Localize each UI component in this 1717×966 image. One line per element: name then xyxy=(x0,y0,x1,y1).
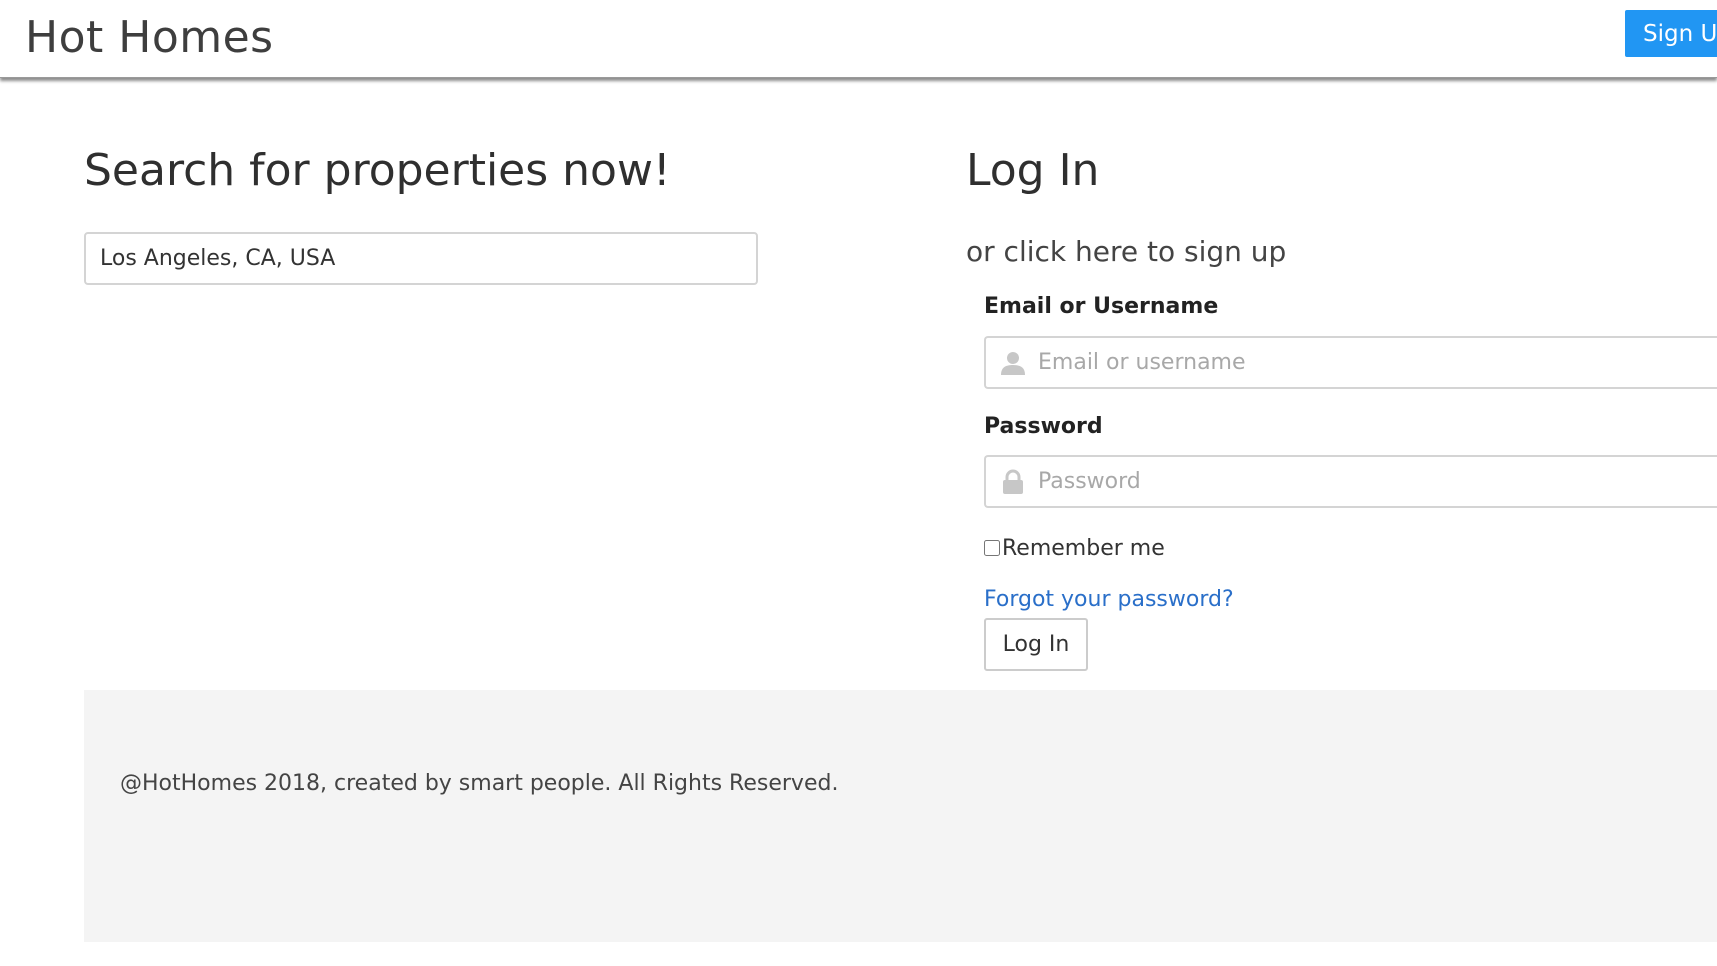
email-input[interactable] xyxy=(1038,338,1638,387)
sign-up-button[interactable]: Sign Up xyxy=(1625,10,1717,57)
forgot-password-link[interactable]: Forgot your password? xyxy=(984,584,1234,616)
password-input[interactable] xyxy=(1038,457,1638,506)
remember-me-checkbox[interactable] xyxy=(984,540,1000,556)
password-field-wrapper xyxy=(984,455,1717,508)
brand-logo[interactable]: Hot Homes xyxy=(25,9,274,67)
password-label: Password xyxy=(984,414,1103,439)
signup-link[interactable]: or click here to sign up xyxy=(966,230,1286,274)
email-field-wrapper xyxy=(984,336,1717,389)
search-title: Search for properties now! xyxy=(84,145,671,196)
log-in-button[interactable]: Log In xyxy=(984,618,1088,671)
lock-icon xyxy=(1003,469,1023,494)
remember-me-label: Remember me xyxy=(1002,535,1165,561)
remember-me[interactable]: Remember me xyxy=(984,532,1165,564)
footer: @HotHomes 2018, created by smart people.… xyxy=(84,690,1717,942)
email-label: Email or Username xyxy=(984,294,1219,319)
location-search-input[interactable] xyxy=(84,232,758,285)
footer-copyright: @HotHomes 2018, created by smart people.… xyxy=(120,771,839,796)
navbar: Hot Homes Sign Up xyxy=(0,0,1717,78)
login-title: Log In xyxy=(966,145,1100,196)
user-icon xyxy=(1001,352,1025,375)
